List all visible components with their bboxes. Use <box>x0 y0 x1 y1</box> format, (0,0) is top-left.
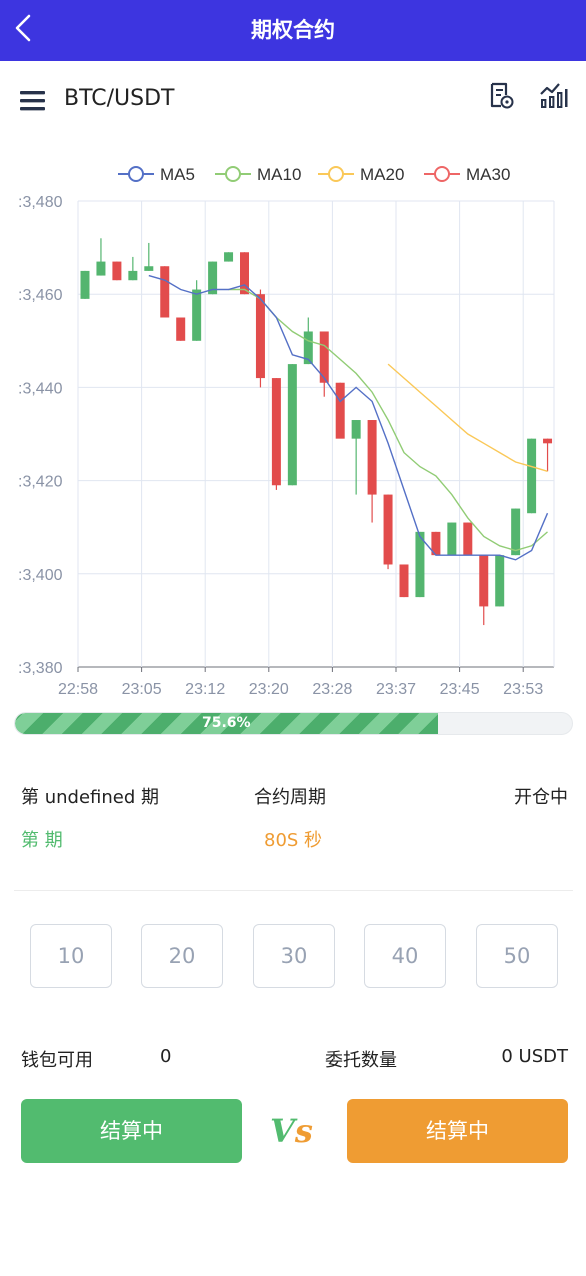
x-tick-label: 23:05 <box>122 681 162 698</box>
divider <box>14 890 573 891</box>
candle-up <box>495 555 505 607</box>
y-tick-label: :3,420 <box>18 474 63 491</box>
legend-swatch-dot <box>328 166 344 182</box>
candle-down <box>383 494 393 565</box>
x-tick-label: 23:20 <box>249 681 289 698</box>
x-tick-label: 23:53 <box>503 681 543 698</box>
countdown-progress-bar: 75.6% <box>14 712 573 735</box>
progress-percent-label: 75.6% <box>202 715 251 731</box>
vs-logo: Vs <box>270 1112 313 1150</box>
hamburger-menu-icon[interactable] <box>18 88 48 114</box>
amount-option-40[interactable]: 40 <box>364 924 446 988</box>
x-tick-label: 23:12 <box>185 681 225 698</box>
amount-option-30[interactable]: 30 <box>253 924 335 988</box>
vs-s: s <box>294 1112 313 1150</box>
entrust-quantity-label: 委托数量 <box>325 1050 397 1071</box>
bar-chart-icon[interactable] <box>538 80 570 110</box>
entrust-quantity-value: 0 USDT <box>501 1046 568 1067</box>
wallet-available-label: 钱包可用 <box>21 1050 93 1071</box>
amount-option-50[interactable]: 50 <box>476 924 558 988</box>
legend-label: MA5 <box>160 165 195 184</box>
candle-down <box>255 294 265 379</box>
candle-down <box>271 378 281 486</box>
candle-down <box>367 420 377 495</box>
position-status: 开仓中 <box>514 787 568 808</box>
page-title: 期权合约 <box>251 18 335 42</box>
candle-down <box>543 438 553 444</box>
candle-down <box>160 266 170 318</box>
trading-pair-label: BTC/USDT <box>64 86 175 111</box>
y-tick-label: :3,480 <box>18 194 63 211</box>
candlestick-chart[interactable]: :3,380 :3,400 :3,420 :3,440 :3,460 :3,480 22:5… <box>0 150 586 710</box>
ma5-line <box>148 274 549 561</box>
vs-v: V <box>270 1112 295 1150</box>
order-record-icon[interactable] <box>486 80 516 110</box>
amount-option-10[interactable]: 10 <box>30 924 112 988</box>
candle-down <box>463 522 473 556</box>
candle-down <box>176 317 186 341</box>
cycle-value: 80S 秒 <box>264 830 323 851</box>
x-tick-label: 23:37 <box>376 681 416 698</box>
period-label: 第 undefined 期 <box>21 787 160 808</box>
legend-label: MA20 <box>360 165 404 184</box>
candle-up <box>144 266 154 271</box>
candle-up <box>128 270 138 281</box>
candle-up <box>287 364 297 486</box>
candle-down <box>112 261 122 281</box>
candle-up <box>511 508 521 556</box>
legend-swatch-dot <box>434 166 450 182</box>
x-tick-label: 23:28 <box>312 681 352 698</box>
y-tick-label: :3,400 <box>18 567 63 584</box>
candle-up <box>96 261 106 276</box>
x-tick-label: 22:58 <box>58 681 98 698</box>
candle-up <box>527 438 537 514</box>
candle-up <box>80 270 90 299</box>
candle-up <box>351 420 361 439</box>
candle-down <box>335 382 345 439</box>
wallet-available-value: 0 <box>160 1046 172 1067</box>
top-nav-bar: 期权合约 <box>0 0 586 61</box>
candle-up <box>415 531 425 598</box>
candle-up <box>447 522 457 556</box>
candle-down <box>399 564 409 598</box>
period-value: 第 期 <box>21 830 63 851</box>
y-tick-label: :3,440 <box>18 380 63 397</box>
legend-swatch-dot <box>128 166 144 182</box>
amount-option-20[interactable]: 20 <box>141 924 223 988</box>
chart-svg: :3,380 :3,400 :3,420 :3,440 :3,460 :3,480 22:5… <box>18 165 555 698</box>
candle-up <box>192 289 202 341</box>
cycle-label: 合约周期 <box>254 787 326 808</box>
legend-label: MA30 <box>466 165 510 184</box>
candle-down <box>479 555 489 607</box>
legend-label: MA10 <box>257 165 301 184</box>
candle-up <box>224 252 234 262</box>
symbol-toolbar: BTC/USDT <box>0 70 586 130</box>
y-tick-label: :3,460 <box>18 287 63 304</box>
x-tick-label: 23:45 <box>440 681 480 698</box>
y-tick-label: :3,380 <box>18 660 63 677</box>
buy-down-button[interactable]: 结算中 <box>347 1099 568 1163</box>
legend-swatch-dot <box>225 166 241 182</box>
buy-up-button[interactable]: 结算中 <box>21 1099 242 1163</box>
